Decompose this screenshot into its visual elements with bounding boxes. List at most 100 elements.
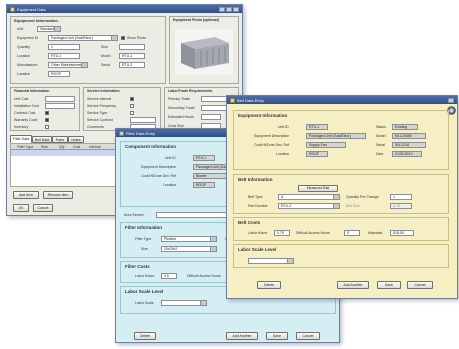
service-info-section: Service Information Service Interval Ser…	[83, 87, 161, 131]
section-title: Service Information	[87, 89, 120, 93]
window-title: Belt Data Entry	[237, 97, 264, 103]
field-label: Belt Type	[248, 195, 263, 199]
equipment-info-section: Equipment Information Unit ID RTU-1 Equi…	[233, 110, 449, 170]
field-label: Contract Cost	[14, 111, 36, 115]
tab-belt-data[interactable]: Belt Data	[32, 136, 52, 143]
section-title: Belt Information	[238, 177, 273, 182]
belt-size-field: A-38	[390, 203, 412, 209]
ok-button[interactable]: OK	[13, 204, 29, 212]
materials-field[interactable]: $18.00	[390, 230, 414, 236]
field-label: Service Type	[87, 111, 108, 115]
equipment-info-section: Equipment Information Unit Standard Equi…	[10, 16, 166, 84]
filter-size-select[interactable]: 20x25x2	[161, 246, 217, 252]
section-title: Labor Scale Level	[125, 289, 164, 294]
field-label: Date	[376, 152, 384, 156]
service-contract-field[interactable]	[130, 117, 156, 123]
field-label: Status	[376, 125, 386, 129]
remove-item-button[interactable]: Remove Item	[43, 191, 73, 199]
grid-header: Qty	[59, 145, 65, 149]
maximize-button[interactable]	[226, 6, 232, 12]
tab-parts[interactable]: Parts	[52, 136, 68, 143]
model-field: ML123456	[392, 133, 426, 139]
model-field[interactable]: RTU-1	[119, 53, 145, 59]
manufacturer-select[interactable]: Other Manufacturer	[48, 62, 88, 68]
cancel-button[interactable]: Cancel	[33, 204, 53, 212]
warranty-checkbox[interactable]	[45, 118, 49, 122]
field-label: Unit ID	[165, 156, 176, 160]
close-button[interactable]	[448, 97, 454, 103]
area-served-label: Area Served	[124, 213, 144, 217]
grid-header: Size	[41, 145, 48, 149]
belt-costs-section: Belt Costs Labor Hours 0.75 Difficult Ac…	[233, 217, 449, 241]
quantity-per-change-field[interactable]: 1	[390, 194, 412, 200]
belt-data-entry-window: Belt Data Entry Equipment Information Un…	[226, 95, 458, 299]
labor-scale-select[interactable]	[161, 300, 207, 306]
field-label: Serial	[376, 143, 385, 147]
window-titlebar[interactable]: Belt Data Entry	[227, 96, 457, 104]
belt-info-section: Belt Information Measured Belt Belt Type…	[233, 174, 449, 214]
location-field: ROOF	[193, 182, 215, 188]
part-number-select[interactable]: RTU-2	[278, 203, 340, 209]
field-label: Materials	[368, 231, 383, 235]
measured-belt-button[interactable]: Measured Belt	[298, 185, 338, 192]
add-another-button[interactable]: Add Another	[226, 332, 258, 340]
field-label: Installation Cost	[14, 104, 39, 108]
serial-field: SN-1234	[392, 142, 426, 148]
unit-id-field: RTU-1	[306, 124, 328, 130]
window-title: Equipment Data	[17, 6, 46, 12]
field-label: Labor Hours	[135, 274, 155, 278]
tab-filter-data[interactable]: Filter Data	[10, 135, 32, 143]
belt-type-select[interactable]: A	[278, 194, 340, 200]
estimated-hours-field[interactable]	[201, 114, 221, 120]
save-button[interactable]: Save	[266, 332, 288, 340]
field-label: Model	[376, 134, 386, 138]
grid-header: Filter Type	[17, 145, 34, 149]
add-another-button[interactable]: Add Another	[337, 281, 369, 289]
window-controls	[219, 6, 239, 12]
size-field[interactable]	[119, 44, 145, 50]
field-label: Labor Scale	[135, 301, 154, 305]
serial-field[interactable]: RTU-2	[119, 62, 145, 68]
labor-scale-select[interactable]	[248, 258, 294, 264]
section-title: Belt Costs	[238, 220, 261, 225]
field-label: Service Frequency	[87, 104, 117, 108]
table-row[interactable]	[11, 150, 121, 156]
location-field-2[interactable]: ROOF	[48, 71, 70, 77]
labor-hours-field[interactable]: 0.75	[274, 230, 290, 236]
filter-type-select[interactable]: Pleated	[161, 236, 217, 242]
field-label: Manufacturer	[17, 63, 38, 67]
field-label: Secondary Trade	[168, 106, 195, 110]
cancel-button[interactable]: Cancel	[296, 332, 320, 340]
contract-checkbox[interactable]	[45, 111, 49, 115]
show-photo-checkbox[interactable]	[121, 36, 125, 40]
field-label: Quantity	[17, 45, 31, 49]
window-titlebar[interactable]: Equipment Data	[7, 5, 242, 13]
service-type-checkbox[interactable]	[130, 111, 134, 115]
delete-button[interactable]: Delete	[134, 332, 156, 340]
minimize-button[interactable]	[219, 6, 225, 12]
installation-cost-field[interactable]	[45, 103, 75, 109]
field-label: Unit Cost	[14, 97, 29, 101]
field-label: Serial	[101, 63, 110, 67]
field-label: Labor Hours	[248, 231, 268, 235]
unit-cost-field[interactable]	[45, 96, 75, 102]
service-frequency-checkbox[interactable]	[130, 104, 134, 108]
save-button[interactable]: Save	[377, 281, 401, 289]
delete-button[interactable]: Delete	[257, 281, 281, 289]
unit-select[interactable]: Standard	[37, 26, 61, 32]
close-button[interactable]	[233, 6, 239, 12]
labor-hours-field[interactable]: 0.5	[161, 273, 177, 279]
field-label: Service Interval	[87, 97, 112, 101]
location-field[interactable]: RTU-1	[48, 53, 80, 59]
tab-notes[interactable]: Notes	[68, 136, 84, 143]
section-title: Component Information	[125, 144, 176, 149]
add-item-button[interactable]: Add Item	[13, 191, 39, 199]
equipment-id-select[interactable]: Packaged Unit (Gas/Elect.)	[48, 35, 118, 41]
field-label: Equipment ID	[17, 36, 39, 40]
service-interval-checkbox[interactable]	[130, 97, 134, 101]
cancel-button[interactable]: Cancel	[407, 281, 433, 289]
difficult-access-hours-field[interactable]: 0	[344, 230, 360, 236]
field-label: Inventory	[14, 125, 29, 129]
inventory-checkbox[interactable]	[45, 125, 49, 129]
quantity-field[interactable]: 1	[48, 44, 80, 50]
